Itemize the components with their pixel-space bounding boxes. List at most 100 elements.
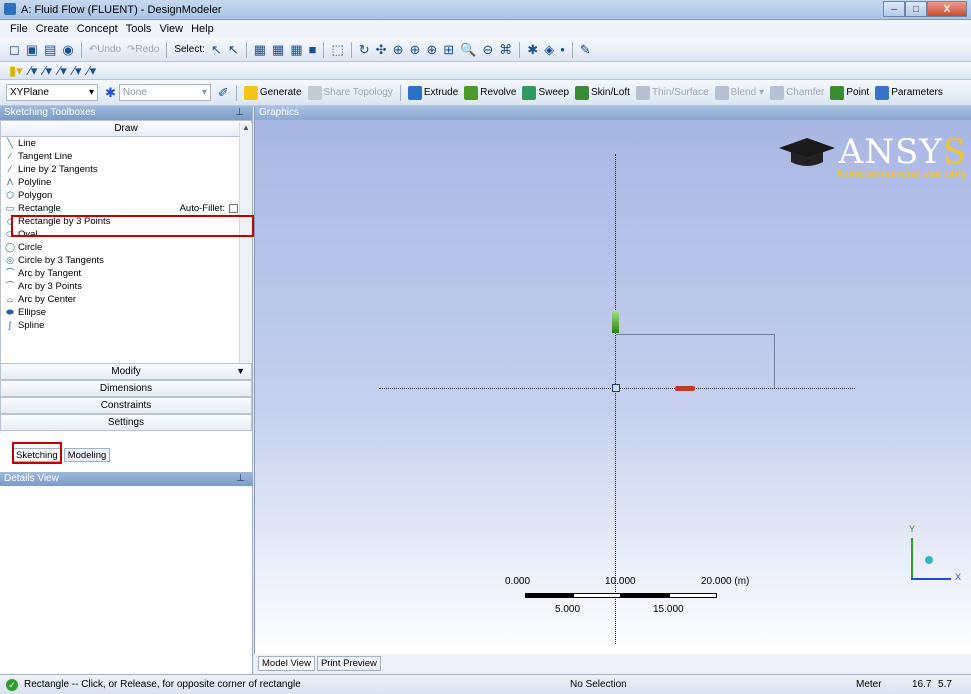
selection-status: No Selection <box>570 679 627 690</box>
minimize-button[interactable]: – <box>883 1 905 17</box>
tool-arc-by-center[interactable]: ⌓ Arc by Center <box>5 293 252 306</box>
pin-icon[interactable]: ⊥ <box>236 472 245 486</box>
tool-polyline[interactable]: Λ Polyline <box>5 176 252 189</box>
extend-selection-icon[interactable]: ⬚ <box>328 42 346 58</box>
modify-group-header[interactable]: Modify ▼ <box>0 363 252 380</box>
zoom-icon[interactable]: ⊕ <box>390 42 407 58</box>
draw-group-header[interactable]: Draw <box>0 120 252 137</box>
undo-button[interactable]: ↶ Undo <box>86 41 124 59</box>
menu-concept[interactable]: Concept <box>77 23 118 35</box>
blend-button[interactable]: Blend ▾ <box>712 84 767 102</box>
scale-segment <box>525 593 573 598</box>
thin-surface-button[interactable]: Thin/Surface <box>633 84 712 102</box>
tool-circle[interactable]: ◯ Circle <box>5 241 252 254</box>
maximize-button[interactable]: □ <box>905 1 927 17</box>
point-display-icon[interactable]: • <box>557 42 568 57</box>
named-selection-icon[interactable]: ✎ <box>577 42 594 58</box>
tab-modeling[interactable]: Modeling <box>63 448 111 462</box>
magnifier-icon[interactable]: 🔍 <box>457 42 479 58</box>
save-icon[interactable]: ▣ <box>23 42 41 58</box>
normal-to-icon[interactable]: ✱ <box>524 42 541 58</box>
tool-label: Rectangle <box>18 203 61 214</box>
select-edges-icon[interactable]: ▦ <box>269 42 287 58</box>
chamfer-button[interactable]: Chamfer <box>767 84 827 102</box>
edge-display-icon[interactable]: ⁄▾ <box>26 63 41 79</box>
scroll-down-icon[interactable]: ▼ <box>236 364 245 379</box>
pan-icon[interactable]: ✣ <box>373 42 390 58</box>
tab-print-preview[interactable]: Print Preview <box>316 656 381 671</box>
tool-arc-by-3-points[interactable]: ⌒ Arc by 3 Points <box>5 280 252 293</box>
redo-icon: ↷ <box>127 44 136 55</box>
coordinate-readout: 16.7 <box>912 679 932 690</box>
parameters-button[interactable]: Parameters <box>872 84 946 102</box>
new-sketch-icon[interactable]: ✐ <box>215 85 232 101</box>
sketch-select[interactable]: None ▾ <box>118 84 211 101</box>
close-button[interactable]: X <box>927 1 967 17</box>
constraints-group-header[interactable]: Constraints <box>0 397 252 414</box>
sweep-button[interactable]: Sweep <box>519 84 572 102</box>
menu-help[interactable]: Help <box>191 23 214 35</box>
iso-view-icon[interactable]: ⌘ <box>496 42 515 58</box>
tool-arc-by-tangent[interactable]: ⌒ Arc by Tangent <box>5 267 252 280</box>
sketch-rectangle[interactable] <box>616 334 775 388</box>
parameters-label: Parameters <box>891 87 943 98</box>
edge-color-icon[interactable]: ⁄▾ <box>40 63 55 79</box>
extrude-button[interactable]: Extrude <box>405 84 461 102</box>
tool-circle-by-3-tangents[interactable]: ◎ Circle by 3 Tangents <box>5 254 252 267</box>
screenshot-icon[interactable]: ◉ <box>59 42 76 58</box>
dimensions-group-header[interactable]: Dimensions <box>0 380 252 397</box>
redo-button[interactable]: ↷ Redo <box>124 41 162 59</box>
auto-fillet-checkbox[interactable] <box>229 204 238 213</box>
rotate-icon[interactable]: ↻ <box>356 42 373 58</box>
select-mode-icon[interactable]: ↖ <box>225 42 242 58</box>
tool-spline[interactable]: ∫ Spline <box>5 319 252 332</box>
tool-line[interactable]: ╲ Line <box>5 137 252 150</box>
edge-joints-icon[interactable]: ⁄▾ <box>85 63 100 79</box>
save-as-icon[interactable]: ▤ <box>41 42 59 58</box>
scale-label: 0.000 <box>505 576 531 587</box>
plane-select[interactable]: XYPlane ▾ <box>6 84 98 101</box>
zoom-out-icon[interactable]: ⊖ <box>479 42 496 58</box>
undo-label: Undo <box>97 44 122 55</box>
axis-triad[interactable]: Y X <box>903 524 963 604</box>
skin-loft-label: Skin/Loft <box>591 87 630 98</box>
tool-polygon[interactable]: ⬡ Polygon <box>5 189 252 202</box>
zoom-to-fit-icon[interactable]: ⊞ <box>440 42 457 58</box>
edge-style-icon[interactable]: ⁄▾ <box>70 63 85 79</box>
pin-icon[interactable]: ⊥ <box>235 106 244 120</box>
generate-button[interactable]: Generate <box>241 84 305 102</box>
select-faces-icon[interactable]: ▦ <box>287 42 305 58</box>
zoom-fit-icon[interactable]: ⊕ <box>423 42 440 58</box>
new-icon[interactable]: ◻ <box>6 42 23 58</box>
select-point-icon[interactable]: ↖ <box>208 42 225 58</box>
display-mode-icon[interactable]: ▮▾ <box>6 63 26 79</box>
tool-line-by-2-tangents[interactable]: ∕ Line by 2 Tangents <box>5 163 252 176</box>
blend-icon <box>714 85 729 100</box>
toolbox-scrollbar[interactable]: ▲ <box>239 123 252 373</box>
menu-tools[interactable]: Tools <box>126 23 152 35</box>
menu-create[interactable]: Create <box>36 23 69 35</box>
share-topology-button[interactable]: Share Topology <box>305 84 396 102</box>
skin-loft-icon <box>575 85 590 100</box>
box-zoom-icon[interactable]: ⊕ <box>406 42 423 58</box>
new-plane-icon[interactable]: ✱ <box>102 85 119 101</box>
settings-group-header[interactable]: Settings <box>0 414 252 431</box>
edge-thickness-icon[interactable]: ⁄▾ <box>55 63 70 79</box>
scroll-up-icon[interactable]: ▲ <box>240 123 252 136</box>
menu-view[interactable]: View <box>159 23 183 35</box>
select-bodies-icon[interactable]: ■ <box>306 42 320 57</box>
tab-model-view[interactable]: Model View <box>258 656 315 671</box>
revolve-button[interactable]: Revolve <box>461 84 519 102</box>
point-button[interactable]: Point <box>827 84 872 102</box>
look-at-icon[interactable]: ◈ <box>541 42 557 58</box>
auto-fillet-option[interactable]: Auto-Fillet: <box>180 202 238 215</box>
tool-tangent-line[interactable]: ∕ Tangent Line <box>5 150 252 163</box>
menu-file[interactable]: File <box>10 23 28 35</box>
triad-y-axis <box>911 538 913 578</box>
tool-rectangle[interactable]: ▭ Rectangle Auto-Fillet: <box>5 202 252 215</box>
skin-loft-button[interactable]: Skin/Loft <box>572 84 633 102</box>
select-points-icon[interactable]: ▦ <box>251 42 269 58</box>
graphics-viewport[interactable]: Graphics ANSYS Noncommercial use only 0.… <box>254 106 971 654</box>
tool-ellipse[interactable]: ⬬ Ellipse <box>5 306 252 319</box>
lightning-icon <box>243 85 258 100</box>
